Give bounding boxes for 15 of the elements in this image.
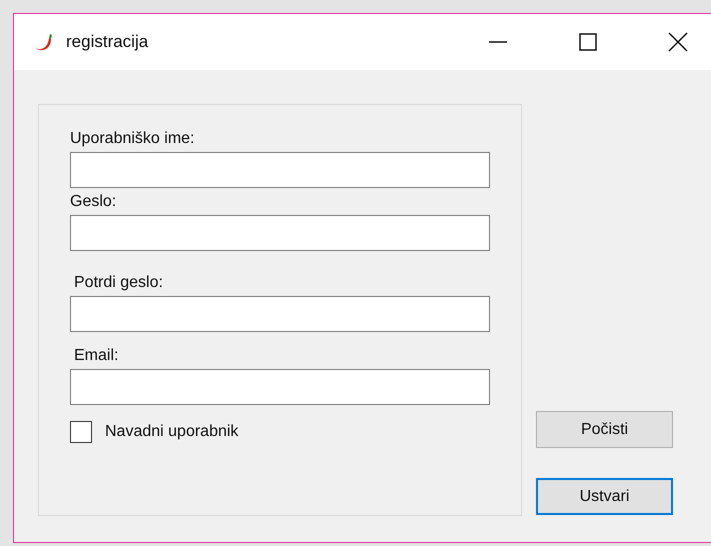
field-label: Potrdi geslo:	[74, 273, 163, 293]
field-label: Email:	[74, 346, 118, 366]
action-button[interactable]: Ustvari	[536, 478, 673, 515]
action-button[interactable]: Počisti	[536, 411, 673, 448]
checkbox[interactable]	[70, 421, 92, 443]
window-title: registracija	[66, 32, 148, 52]
input-field[interactable]	[70, 215, 490, 251]
maximize-icon[interactable]	[577, 31, 599, 53]
field-label: Geslo:	[70, 192, 116, 212]
input-field[interactable]	[70, 369, 490, 405]
checkbox-label[interactable]: Navadni uporabnik	[105, 422, 238, 442]
input-field[interactable]	[70, 152, 490, 188]
close-icon[interactable]	[667, 31, 689, 53]
field-label: Uporabniško ime:	[70, 129, 194, 149]
input-field[interactable]	[70, 296, 490, 332]
